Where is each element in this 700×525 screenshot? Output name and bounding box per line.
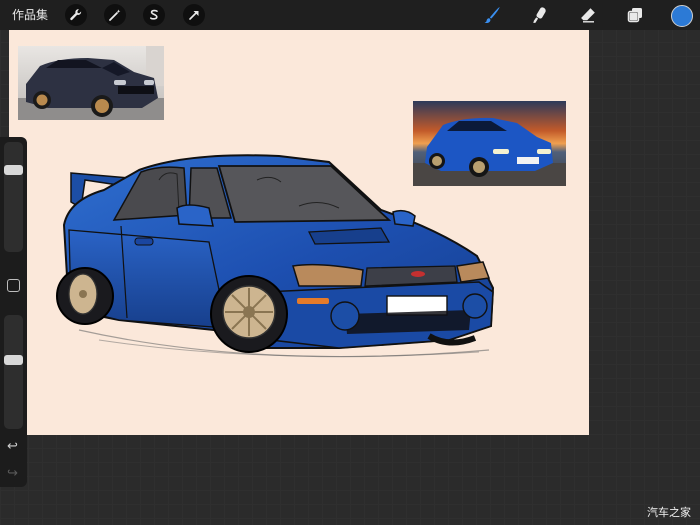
eraser-icon [581, 8, 595, 23]
actions-button[interactable] [65, 4, 87, 26]
brush-tool-button[interactable] [481, 5, 503, 25]
adjustments-button[interactable] [104, 4, 126, 26]
transform-button[interactable] [183, 4, 205, 26]
watermark: 汽车之家 [647, 506, 691, 519]
layers-button[interactable] [624, 5, 646, 25]
eraser-tool-button[interactable] [577, 5, 599, 25]
layers-icon [627, 8, 642, 23]
selection-button[interactable] [143, 4, 165, 26]
color-picker-button[interactable] [671, 5, 693, 27]
left-sidebar: ↩ ↪ [0, 137, 27, 487]
transform-arrow-icon [189, 11, 199, 20]
top-toolbar: 作品集 [0, 0, 700, 30]
brush-icon [484, 7, 500, 24]
brush-opacity-slider-thumb[interactable] [4, 355, 23, 365]
brush-size-slider[interactable] [4, 142, 23, 252]
smudge-icon [533, 7, 546, 23]
brush-size-slider-thumb[interactable] [4, 165, 23, 175]
wrench-icon [70, 9, 82, 21]
selection-s-icon [150, 9, 158, 20]
smudge-tool-button[interactable] [529, 5, 551, 25]
brush-opacity-slider[interactable] [4, 315, 23, 429]
car-illustration [56, 154, 495, 358]
gallery-button[interactable]: 作品集 [12, 6, 48, 23]
redo-button[interactable]: ↪ [7, 467, 18, 480]
modify-button[interactable] [7, 279, 20, 292]
drawing-canvas[interactable] [9, 30, 589, 435]
magic-wand-icon [109, 9, 121, 21]
undo-button[interactable]: ↩ [7, 440, 18, 453]
